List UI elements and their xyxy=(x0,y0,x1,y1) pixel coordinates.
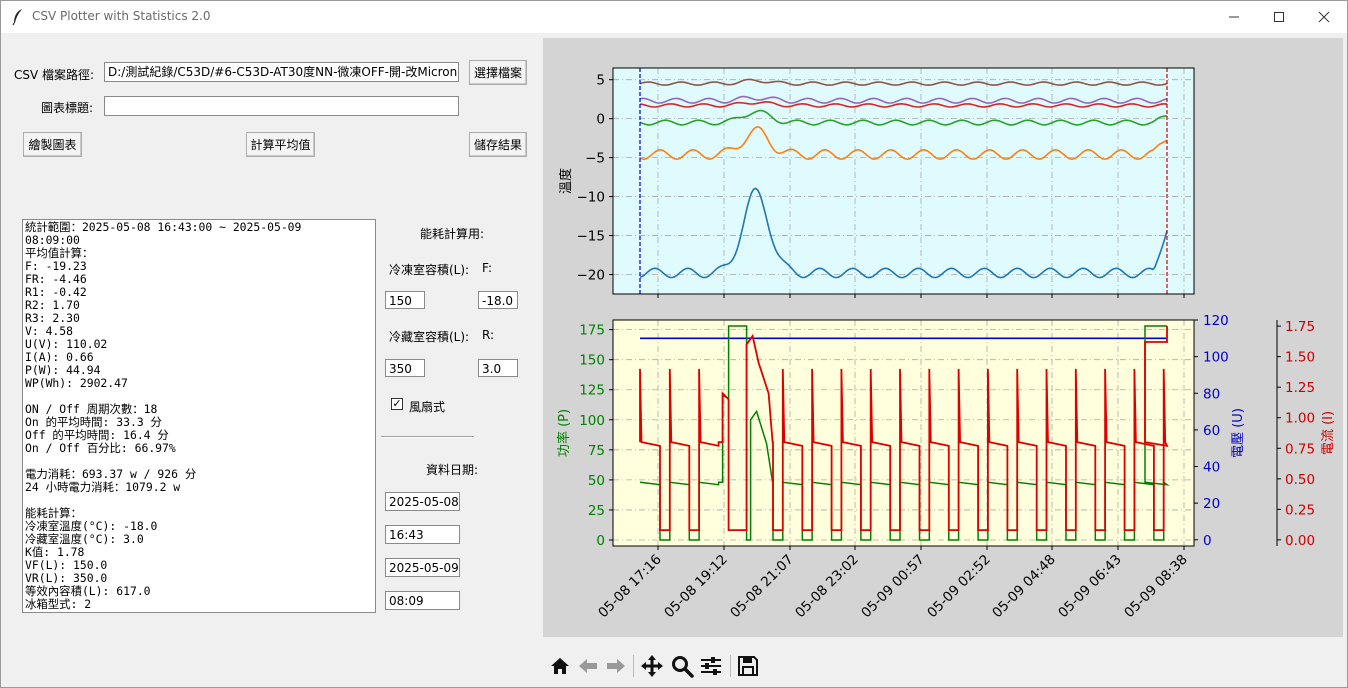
maximize-icon xyxy=(1274,12,1284,22)
time-xtick-label: 05-08 19:12 xyxy=(661,552,731,622)
voltage-ytick-label: 20 xyxy=(1203,496,1220,512)
window-title: CSV Plotter with Statistics 2.0 xyxy=(32,9,211,23)
chart-title-label: 圖表標題: xyxy=(41,101,94,115)
current-ytick-label: 0.00 xyxy=(1285,533,1315,549)
power-ytick-label: 150 xyxy=(579,353,605,369)
separator xyxy=(381,436,474,438)
time-xtick-label: 05-09 00:57 xyxy=(858,552,928,622)
temperature-ylabel: 溫度 xyxy=(558,168,574,194)
temp-ytick-label: −5 xyxy=(585,151,605,167)
save-figure-icon[interactable] xyxy=(735,653,761,679)
pan-icon[interactable] xyxy=(639,653,665,679)
csv-path-input[interactable]: D:/測試紀錄/C53D/#6-C53D-AT30度NN-微凍OFF-開-改Mi… xyxy=(104,62,459,82)
statistics-textbox[interactable]: 統計範圍：2025-05-08 16:43:00 ~ 2025-05-09 08… xyxy=(22,219,376,613)
f-temperature-input[interactable]: -18.0 xyxy=(478,291,518,309)
title-bar: CSV Plotter with Statistics 2.0 xyxy=(1,1,1347,33)
plot-chart-button[interactable]: 繪製圖表 xyxy=(23,132,82,157)
temp-ytick-label: 5 xyxy=(596,73,605,89)
current-ylabel: 電流 (I) xyxy=(1321,411,1336,455)
temperature-axes-background xyxy=(613,68,1194,294)
current-ytick-label: 0.50 xyxy=(1285,472,1315,488)
minimize-icon xyxy=(1229,16,1239,18)
current-ytick-label: 1.00 xyxy=(1285,411,1315,427)
time-xtick-label: 05-09 06:43 xyxy=(1055,552,1125,622)
power-ytick-label: 100 xyxy=(579,413,605,429)
calculate-average-button[interactable]: 計算平均值 xyxy=(246,132,315,157)
date-header: 資料日期: xyxy=(426,463,479,477)
current-ytick-label: 1.25 xyxy=(1285,380,1315,396)
energy-header: 能耗計算用: xyxy=(420,227,485,241)
time-xtick-label: 05-09 02:52 xyxy=(924,552,994,622)
plot-canvas[interactable]: 5 0 −5 −10 −15 −20 溫度 0 25 50 75 100 125 150 175 0 20 40 6… xyxy=(543,38,1343,637)
start-time-input[interactable]: 16:43 xyxy=(385,525,460,544)
power-ytick-label: 0 xyxy=(596,533,605,549)
r-temperature-input[interactable]: 3.0 xyxy=(478,359,518,377)
temp-ytick-label: −20 xyxy=(577,268,606,284)
power-ytick-label: 50 xyxy=(588,473,605,489)
temp-ytick-label: 0 xyxy=(596,112,605,128)
fridge-volume-label: 冷藏室容積(L): xyxy=(389,330,470,344)
voltage-ylabel: 電壓 (U) xyxy=(1231,408,1246,458)
configure-subplots-icon[interactable] xyxy=(698,653,724,679)
end-date-input[interactable]: 2025-05-09 xyxy=(385,558,460,577)
plot-toolbar xyxy=(541,649,781,683)
toolbar-separator xyxy=(730,655,731,677)
current-ytick-label: 0.25 xyxy=(1285,502,1315,518)
power-ytick-label: 125 xyxy=(579,383,605,399)
temp-ytick-label: −10 xyxy=(577,190,606,206)
power-ytick-label: 75 xyxy=(588,443,605,459)
time-xtick-label: 05-08 17:16 xyxy=(595,552,665,622)
power-ylabel: 功率 (P) xyxy=(556,409,572,457)
power-ytick-label: 175 xyxy=(579,323,605,339)
fan-checkbox-label: 風扇式 xyxy=(409,400,446,414)
time-xtick-label: 05-08 23:02 xyxy=(792,552,862,622)
temp-ytick-label: −15 xyxy=(577,229,606,245)
zoom-icon[interactable] xyxy=(669,653,695,679)
time-xtick-label: 05-08 21:07 xyxy=(727,552,797,622)
current-ytick-label: 0.75 xyxy=(1285,441,1315,457)
forward-arrow-icon[interactable] xyxy=(603,653,629,679)
save-results-button[interactable]: 儲存結果 xyxy=(469,132,527,157)
maximize-button[interactable] xyxy=(1256,1,1302,33)
f-label: F: xyxy=(482,261,493,275)
voltage-ytick-label: 80 xyxy=(1203,386,1220,402)
voltage-ytick-label: 100 xyxy=(1203,350,1229,366)
current-ytick-label: 1.75 xyxy=(1285,319,1315,335)
chart-title-input[interactable] xyxy=(104,96,459,116)
voltage-ytick-label: 40 xyxy=(1203,460,1220,476)
back-arrow-icon[interactable] xyxy=(575,653,601,679)
freezer-volume-input[interactable]: 150 xyxy=(385,291,425,309)
r-label: R: xyxy=(482,328,495,342)
fridge-volume-input[interactable]: 350 xyxy=(385,359,425,377)
freezer-volume-label: 冷凍室容積(L): xyxy=(389,263,470,277)
browse-file-button[interactable]: 選擇檔案 xyxy=(469,60,527,85)
figure-svg: 50−5−10−15−20溫度0255075100125150175020406… xyxy=(556,67,1336,622)
time-xtick-label: 05-09 08:38 xyxy=(1121,552,1191,622)
minimize-button[interactable] xyxy=(1211,1,1257,33)
fan-checkbox[interactable]: ✓ xyxy=(391,398,403,410)
toolbar-separator xyxy=(633,655,634,677)
close-button[interactable] xyxy=(1301,1,1347,33)
feather-icon xyxy=(12,9,22,26)
voltage-ytick-label: 120 xyxy=(1203,313,1229,329)
close-icon xyxy=(1318,11,1330,23)
time-xtick-label: 05-09 04:48 xyxy=(989,552,1059,622)
voltage-ytick-label: 60 xyxy=(1203,423,1220,439)
end-time-input[interactable]: 08:09 xyxy=(385,591,460,610)
home-icon[interactable] xyxy=(547,653,573,679)
voltage-ytick-label: 0 xyxy=(1203,533,1212,549)
current-ytick-label: 1.50 xyxy=(1285,350,1315,366)
power-ytick-label: 25 xyxy=(588,503,605,519)
start-date-input[interactable]: 2025-05-08 xyxy=(385,492,460,511)
csv-path-label: CSV 檔案路徑: xyxy=(14,68,95,82)
app-window: CSV Plotter with Statistics 2.0 CSV 檔案路徑… xyxy=(0,0,1348,688)
